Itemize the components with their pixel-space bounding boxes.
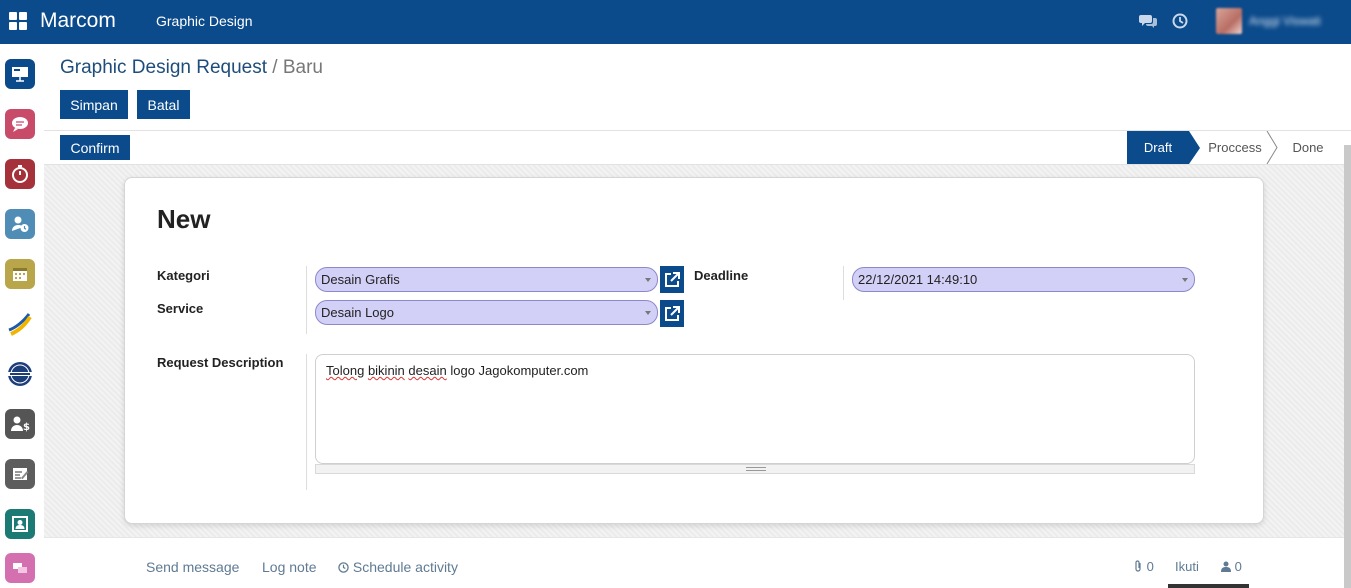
deadline-dropdown-icon: [1182, 278, 1188, 282]
stage-draft[interactable]: Draft: [1127, 131, 1189, 164]
timer-app-icon[interactable]: [5, 159, 35, 189]
service-dropdown-icon: [645, 311, 651, 315]
notes-app-icon[interactable]: [5, 459, 35, 489]
top-navbar: Marcom Graphic Design Anggi Viswati: [0, 0, 1351, 44]
kategori-external-link-button[interactable]: [660, 266, 684, 293]
followers-dropdown-edge: [1168, 584, 1249, 588]
send-message-link[interactable]: Send message: [146, 559, 239, 575]
breadcrumb-separator: /: [267, 57, 283, 78]
deadline-label: Deadline: [694, 268, 749, 283]
user-name[interactable]: Anggi Viswati: [1249, 14, 1321, 28]
app-sidebar: $: [0, 44, 44, 588]
workspace-app-icon[interactable]: [5, 553, 35, 583]
follow-button[interactable]: Ikuti: [1175, 559, 1199, 574]
cancel-button[interactable]: Batal: [137, 90, 190, 119]
stage-done[interactable]: Done: [1288, 131, 1328, 164]
followers-count: 0: [1234, 559, 1242, 574]
service-external-link-button[interactable]: [660, 300, 684, 327]
textarea-resize-handle[interactable]: [315, 464, 1195, 474]
activity-clock-icon[interactable]: [1172, 13, 1190, 31]
presentation-app-icon[interactable]: [5, 59, 35, 89]
attachments-button[interactable]: 0: [1133, 559, 1154, 574]
contacts-app-icon[interactable]: [5, 509, 35, 539]
nav-menu-graphic-design[interactable]: Graphic Design: [156, 13, 253, 29]
badge-app-icon[interactable]: [5, 359, 35, 389]
description-word: desain: [408, 363, 447, 378]
stage-draft-arrow: [1189, 131, 1200, 164]
svg-text:$: $: [23, 422, 30, 433]
service-label: Service: [157, 301, 204, 316]
employees-app-icon[interactable]: [5, 209, 35, 239]
calendar-app-icon[interactable]: [5, 259, 35, 289]
user-icon: [1221, 561, 1231, 572]
brand-logo-app-icon[interactable]: [5, 309, 35, 339]
attachments-count: 0: [1146, 559, 1154, 574]
brand-title[interactable]: Marcom: [40, 9, 116, 33]
clock-icon: [338, 562, 349, 573]
schedule-activity-label: Schedule activity: [352, 559, 458, 575]
chat-icon[interactable]: [1139, 13, 1157, 31]
paperclip-icon: [1135, 560, 1141, 572]
field-divider: [306, 354, 307, 490]
chatter-divider: [44, 537, 1344, 538]
kategori-select[interactable]: Desain Grafis: [315, 267, 658, 292]
confirm-button[interactable]: Confirm: [60, 135, 130, 160]
page-scrollbar[interactable]: [1344, 145, 1351, 588]
description-word: Tolong: [326, 363, 365, 378]
request-description-textarea[interactable]: Tolong bikinin desain logo Jagokomputer.…: [315, 354, 1195, 464]
save-button[interactable]: Simpan: [60, 90, 128, 119]
form-sheet: New Kategori Service Desain Grafis Desai…: [124, 177, 1264, 524]
stage-process[interactable]: Proccess: [1204, 131, 1266, 164]
description-word: bikinin: [367, 363, 405, 378]
description-text: logo Jagokomputer.com: [450, 363, 589, 378]
breadcrumb-parent[interactable]: Graphic Design Request: [60, 57, 267, 78]
service-value: Desain Logo: [321, 305, 394, 320]
record-title: New: [157, 204, 211, 234]
deadline-value: 22/12/2021 14:49:10: [858, 272, 978, 287]
followers-button[interactable]: 0: [1221, 559, 1242, 574]
payroll-app-icon[interactable]: $: [5, 409, 35, 439]
field-divider: [306, 266, 307, 334]
kategori-dropdown-icon: [645, 278, 651, 282]
app-menu-grid-icon[interactable]: [9, 12, 27, 30]
field-divider: [843, 266, 844, 300]
kategori-label: Kategori: [157, 268, 210, 283]
stage-separator-chevron: [1266, 131, 1278, 164]
service-select[interactable]: Desain Logo: [315, 300, 658, 325]
request-description-label: Request Description: [157, 355, 284, 370]
external-link-icon: [665, 271, 680, 287]
log-note-link[interactable]: Log note: [262, 559, 317, 575]
user-avatar[interactable]: [1216, 8, 1242, 34]
form-statusbar: Confirm Draft Proccess Done: [44, 130, 1351, 165]
breadcrumb-current: Baru: [282, 57, 323, 78]
discuss-app-icon[interactable]: [5, 109, 35, 139]
breadcrumb: Graphic Design Request / Baru: [60, 57, 323, 79]
resize-grip-icon: [746, 467, 766, 471]
external-link-icon: [665, 305, 680, 321]
schedule-activity-link[interactable]: Schedule activity: [338, 559, 458, 575]
kategori-value: Desain Grafis: [321, 272, 400, 287]
deadline-datetime-field[interactable]: 22/12/2021 14:49:10: [852, 267, 1195, 292]
